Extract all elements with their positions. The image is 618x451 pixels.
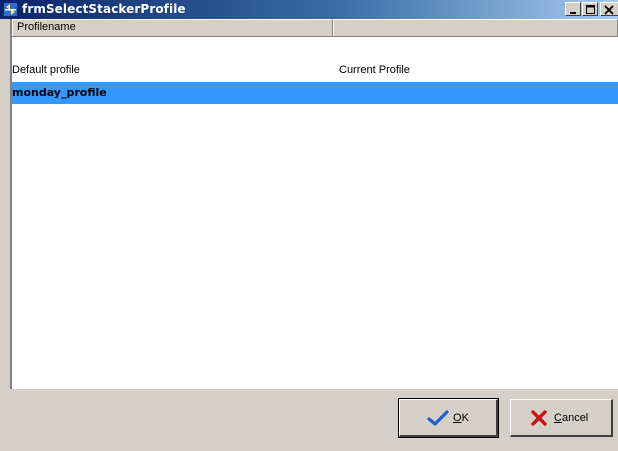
cancel-label: Cancel — [554, 412, 589, 424]
dialog-window: frmSelectStackerProfile Profilename Defa… — [0, 0, 618, 451]
window-title: frmSelectStackerProfile — [22, 2, 186, 16]
list-item[interactable]: Default profile Current Profile — [12, 59, 618, 81]
profile-list[interactable]: Profilename Default profile Current Prof… — [10, 19, 618, 389]
column-header-profilename[interactable]: Profilename — [12, 19, 333, 36]
title-bar[interactable]: frmSelectStackerProfile — [0, 0, 618, 19]
ok-button[interactable]: OK — [398, 398, 499, 438]
profile-status: Current Profile — [339, 64, 410, 76]
column-header-status[interactable] — [333, 19, 618, 36]
close-button[interactable] — [600, 2, 618, 16]
checkmark-icon — [427, 410, 449, 429]
list-header: Profilename — [12, 19, 618, 37]
profile-name: Default profile — [12, 64, 80, 76]
app-icon — [3, 2, 18, 17]
minimize-icon — [570, 12, 576, 14]
x-mark-icon — [531, 410, 547, 429]
close-icon — [604, 5, 614, 15]
maximize-icon — [586, 5, 595, 14]
profile-name: monday_profile — [12, 86, 107, 99]
minimize-button[interactable] — [565, 2, 581, 16]
list-item-selected[interactable]: monday_profile — [12, 82, 618, 104]
ok-label: OK — [453, 412, 469, 424]
maximize-button[interactable] — [582, 2, 598, 16]
cancel-button[interactable]: Cancel — [510, 399, 613, 437]
